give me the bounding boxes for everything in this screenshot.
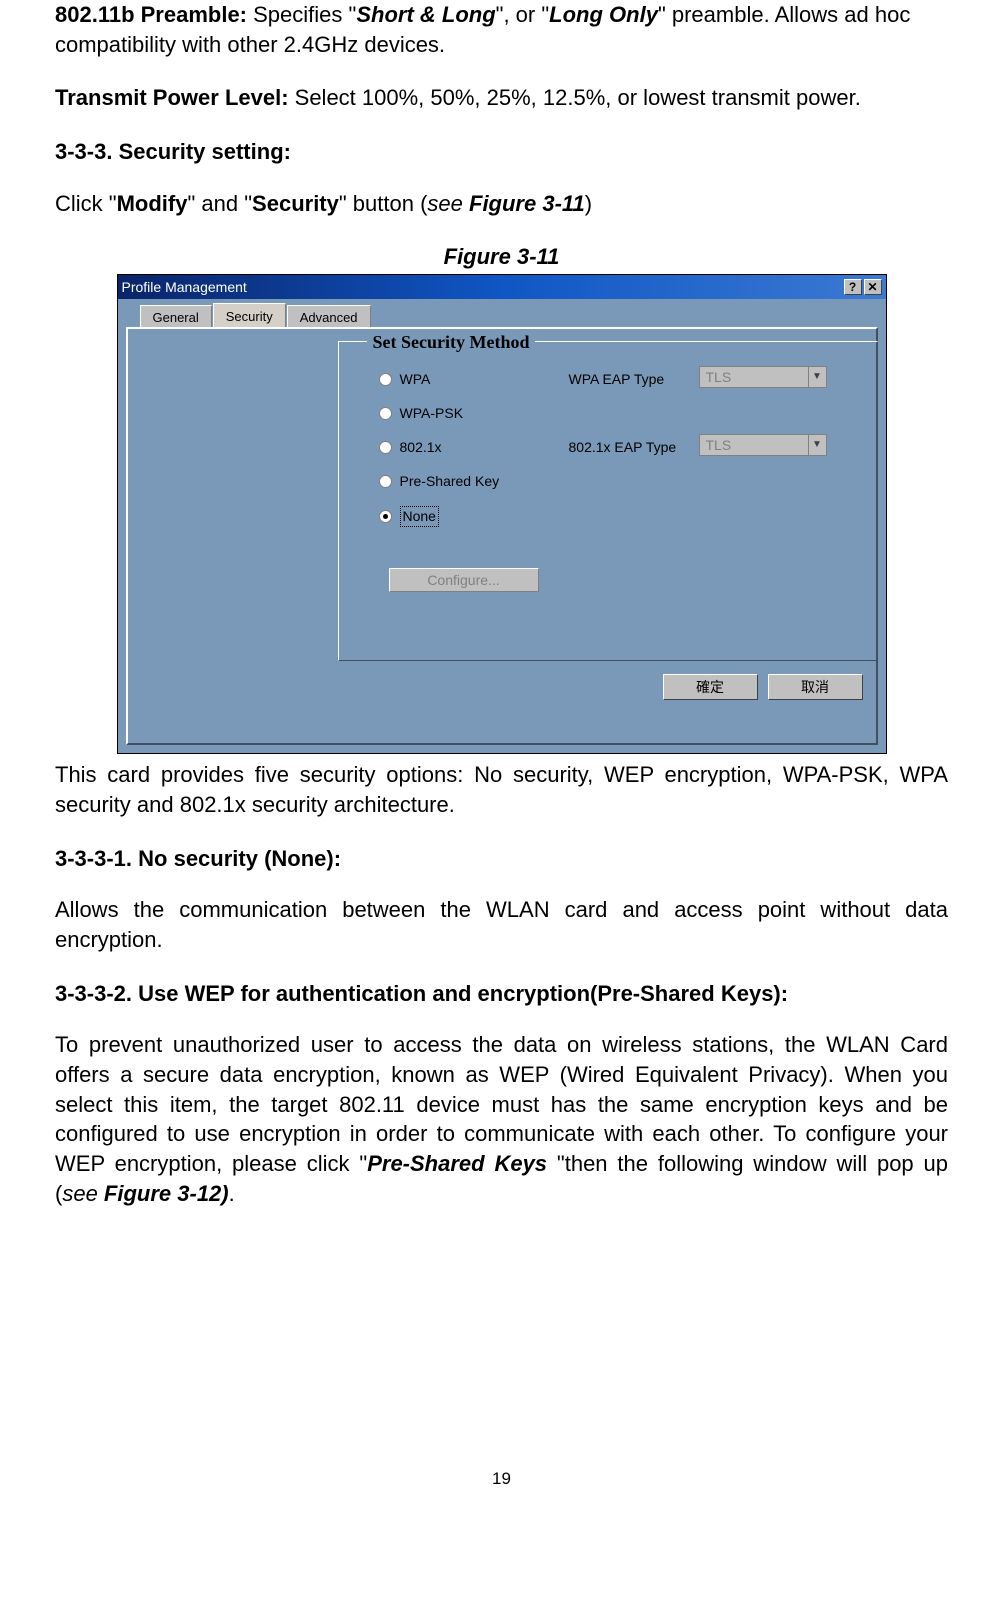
figure-3-11: Profile Management ? ✕ General Security … — [55, 274, 948, 754]
radio-label: WPA-PSK — [400, 404, 464, 423]
chevron-down-icon: ▼ — [808, 435, 826, 455]
wep-paragraph: To prevent unauthorized user to access t… — [55, 1030, 948, 1208]
radio-icon — [379, 407, 392, 420]
help-button[interactable]: ? — [844, 279, 862, 295]
text: . — [229, 1181, 235, 1206]
group-title: Set Security Method — [367, 330, 536, 354]
radio-icon — [379, 441, 392, 454]
text: " and " — [187, 191, 252, 216]
dialog-body: General Security Advanced Set Security M… — [118, 299, 886, 753]
option-long-only: Long Only — [549, 2, 658, 27]
8021x-eap-type-combo[interactable]: TLS ▼ — [699, 434, 827, 456]
heading-wep: 3-3-3-2. Use WEP for authentication and … — [55, 979, 948, 1009]
radio-icon — [379, 510, 392, 523]
profile-management-dialog: Profile Management ? ✕ General Security … — [117, 274, 887, 754]
security-options-paragraph: This card provides five security options… — [55, 760, 948, 819]
combo-value: TLS — [700, 368, 808, 387]
no-security-paragraph: Allows the communication between the WLA… — [55, 895, 948, 954]
radio-none[interactable]: None — [379, 506, 439, 527]
tab-general[interactable]: General — [140, 305, 212, 329]
transmit-power-paragraph: Transmit Power Level: Select 100%, 50%, … — [55, 83, 948, 113]
8021x-eap-type-label: 802.1x EAP Type — [569, 438, 677, 457]
radio-icon — [379, 475, 392, 488]
preamble-paragraph: 802.11b Preamble: Specifies "Short & Lon… — [55, 0, 948, 59]
tab-advanced[interactable]: Advanced — [287, 305, 371, 329]
ok-button[interactable]: 確定 — [663, 674, 758, 700]
see-word: see — [62, 1181, 104, 1206]
cancel-button[interactable]: 取消 — [768, 674, 863, 700]
text: Click " — [55, 191, 117, 216]
radio-8021x[interactable]: 802.1x — [379, 438, 442, 457]
option-short-long: Short & Long — [356, 2, 495, 27]
fig-ref: Figure 3-11 — [469, 191, 585, 216]
set-security-method-group: Set Security Method WPA WPA EAP Type TLS… — [338, 341, 878, 661]
transmit-power-label: Transmit Power Level: — [55, 85, 295, 110]
heading-security-setting: 3-3-3. Security setting: — [55, 137, 948, 167]
modify-word: Modify — [117, 191, 188, 216]
text: Specifies " — [253, 2, 356, 27]
click-instruction: Click "Modify" and "Security" button (se… — [55, 189, 948, 219]
tab-panel: Set Security Method WPA WPA EAP Type TLS… — [126, 327, 878, 745]
pre-shared-keys-word: Pre-Shared Keys — [367, 1151, 557, 1176]
fig-ref: Figure 3-12) — [104, 1181, 229, 1206]
figure-caption: Figure 3-11 — [55, 242, 948, 272]
radio-dot-icon — [383, 514, 388, 519]
radio-label: 802.1x — [400, 438, 442, 457]
configure-button[interactable]: Configure... — [389, 568, 539, 592]
wpa-eap-type-combo[interactable]: TLS ▼ — [699, 366, 827, 388]
radio-label: None — [400, 506, 439, 527]
heading-no-security: 3-3-3-1. No security (None): — [55, 844, 948, 874]
text: " button ( — [339, 191, 428, 216]
radio-wpa[interactable]: WPA — [379, 370, 431, 389]
tabs: General Security Advanced — [140, 305, 878, 327]
radio-wpa-psk[interactable]: WPA-PSK — [379, 404, 464, 423]
close-button[interactable]: ✕ — [864, 279, 882, 295]
radio-label: WPA — [400, 370, 431, 389]
see-word: see — [427, 191, 469, 216]
text: ) — [585, 191, 592, 216]
wpa-eap-type-label: WPA EAP Type — [569, 370, 665, 389]
preamble-label: 802.11b Preamble: — [55, 2, 253, 27]
dialog-title: Profile Management — [122, 278, 842, 297]
dialog-buttons: 確定 取消 — [663, 674, 863, 700]
chevron-down-icon: ▼ — [808, 367, 826, 387]
tab-security[interactable]: Security — [213, 303, 286, 328]
text: Select 100%, 50%, 25%, 12.5%, or lowest … — [295, 85, 861, 110]
combo-value: TLS — [700, 436, 808, 455]
radio-icon — [379, 373, 392, 386]
security-word: Security — [252, 191, 339, 216]
page-number: 19 — [55, 1468, 948, 1491]
text: ", or " — [496, 2, 550, 27]
radio-pre-shared-key[interactable]: Pre-Shared Key — [379, 472, 500, 491]
radio-label: Pre-Shared Key — [400, 472, 500, 491]
titlebar: Profile Management ? ✕ — [118, 275, 886, 299]
